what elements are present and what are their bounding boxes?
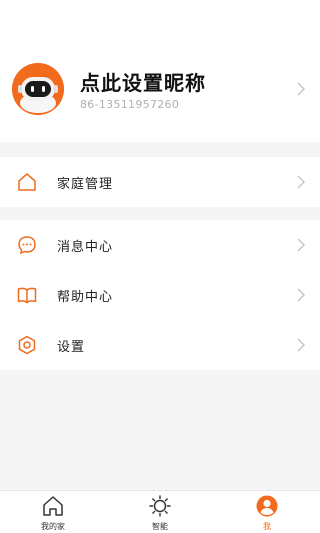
tab-label: 我的家 [41,522,65,531]
tab-my-home[interactable]: 我的家 [0,491,106,533]
home-icon [43,496,63,516]
phone-number: 86-13511957260 [80,98,180,111]
avatar[interactable] [12,63,64,115]
tab-label: 我 [263,522,271,531]
robot-avatar-icon [12,63,64,115]
menu-item-settings[interactable]: 设置 [0,320,320,370]
tab-label: 智能 [152,522,168,531]
menu-item-label: 帮助中心 [57,290,114,305]
chevron-right-icon [297,238,305,252]
chevron-right-icon [297,82,305,96]
user-icon [256,495,278,517]
sun-icon [149,495,171,517]
book-icon [17,287,37,304]
menu-group-main: 消息中心 帮助中心 设置 [0,220,320,370]
nickname[interactable]: 点此设置昵称 [80,67,206,96]
menu-item-help[interactable]: 帮助中心 [0,270,320,320]
settings-icon [18,335,36,355]
chat-icon [18,236,36,255]
profile-card[interactable]: 点此设置昵称 86-13511957260 [0,0,320,142]
menu-group-home: 家庭管理 [0,157,320,207]
tab-me[interactable]: 我 [214,491,320,533]
bottom-tab-bar: 我的家 智能 我 [0,490,320,533]
home-icon [18,173,36,191]
menu-item-label: 家庭管理 [57,177,114,192]
tab-smart[interactable]: 智能 [107,491,213,533]
chevron-right-icon [297,288,305,302]
chevron-right-icon [297,175,305,189]
chevron-right-icon [297,338,305,352]
menu-item-label: 消息中心 [57,240,114,255]
menu-item-label: 设置 [57,340,86,355]
menu-item-home-manage[interactable]: 家庭管理 [0,157,320,207]
menu-item-messages[interactable]: 消息中心 [0,220,320,270]
